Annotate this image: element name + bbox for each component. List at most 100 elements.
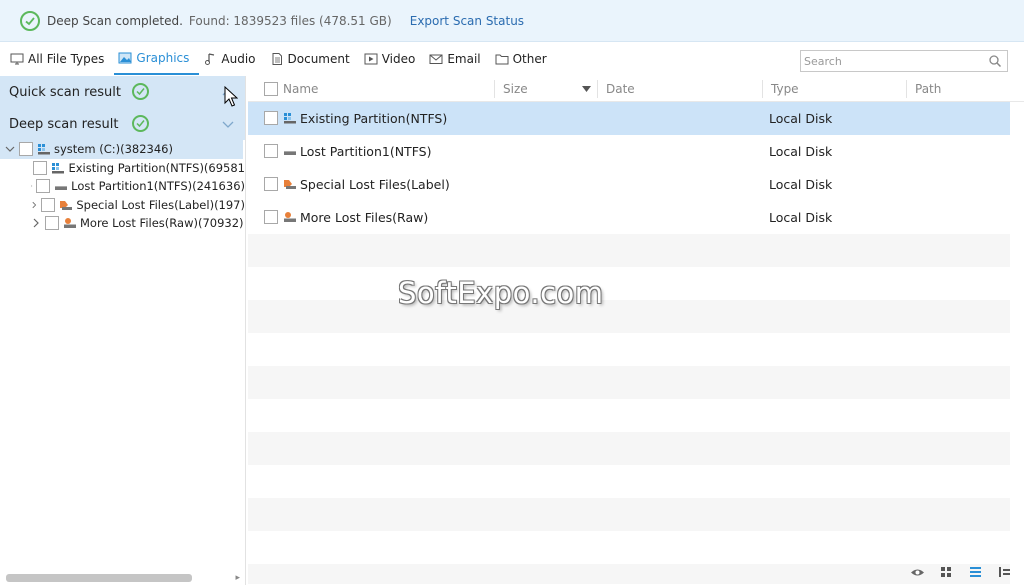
column-header-date[interactable]: Date [606, 82, 635, 96]
tree-node-system[interactable]: system (C:)(382346) [0, 140, 243, 159]
export-scan-status-link[interactable]: Export Scan Status [410, 14, 524, 28]
scan-results-panel: Quick scan result Deep scan result syste… [0, 76, 246, 585]
raw-files-icon [284, 212, 296, 222]
chevron-down-icon[interactable] [220, 116, 236, 132]
column-divider[interactable] [494, 80, 495, 98]
row-checkbox[interactable] [264, 111, 278, 125]
drive-icon [38, 144, 50, 155]
tab-label: Graphics [136, 51, 190, 65]
sort-descending-icon[interactable] [582, 86, 591, 92]
tree-checkbox[interactable] [19, 142, 33, 157]
row-checkbox[interactable] [264, 144, 278, 158]
scan-found-count: Found: 1839523 files (478.51 GB) [188, 13, 392, 28]
search-input[interactable] [801, 51, 987, 71]
search-icon[interactable] [987, 53, 1003, 69]
chevron-right-icon[interactable] [30, 217, 42, 229]
tree-node-label: Lost Partition1(NTFS)(241636) [71, 179, 245, 194]
row-checkbox[interactable] [264, 177, 278, 191]
tab-other[interactable]: Other [491, 43, 557, 75]
empty-row [248, 531, 1010, 564]
table-row[interactable]: More Lost Files(Raw) Local Disk [248, 201, 1010, 234]
empty-row [248, 564, 1010, 584]
tree-node-label: Special Lost Files(Label)(197) [76, 197, 245, 212]
row-type: Local Disk [769, 177, 833, 192]
tree-node-lost-partition[interactable]: Lost Partition1(NTFS)(241636) [0, 177, 245, 196]
row-type: Local Disk [769, 210, 833, 225]
detail-view-icon[interactable] [997, 566, 1012, 579]
eye-preview-icon[interactable] [910, 566, 925, 579]
mouse-cursor-icon [224, 86, 238, 107]
hard-disk-icon [284, 151, 296, 155]
quick-scan-label: Quick scan result [9, 84, 121, 100]
chevron-down-icon[interactable] [4, 143, 16, 155]
scan-status-bar: Deep Scan completed. Found: 1839523 file… [0, 0, 1024, 42]
tree-node-label: More Lost Files(Raw)(70932) [80, 216, 244, 231]
check-circle-icon [132, 83, 149, 100]
label-files-icon [60, 200, 73, 210]
tab-all-file-types[interactable]: All File Types [6, 43, 114, 75]
document-icon [272, 53, 282, 65]
column-header-path[interactable]: Path [915, 82, 941, 96]
tree-node-label: system (C:)(382346) [54, 142, 173, 157]
empty-row [248, 399, 1010, 432]
list-view-icon[interactable] [968, 566, 983, 579]
check-circle-icon [132, 115, 149, 132]
row-type: Local Disk [769, 111, 833, 126]
select-all-checkbox[interactable] [264, 82, 278, 96]
column-header-name[interactable]: Name [283, 82, 318, 96]
file-list-panel: Name Size Date Type Path Existing Partit… [248, 76, 1024, 585]
monitor-icon [10, 53, 24, 65]
horizontal-scrollbar[interactable]: ▸ [6, 573, 240, 583]
tree-node-more-lost-files[interactable]: More Lost Files(Raw)(70932) [0, 214, 245, 233]
tree-checkbox[interactable] [41, 197, 56, 212]
raw-files-icon [64, 218, 76, 229]
label-files-icon [284, 180, 296, 189]
row-name: Special Lost Files(Label) [300, 177, 450, 192]
tab-label: All File Types [28, 52, 105, 66]
row-checkbox[interactable] [264, 210, 278, 224]
row-name: Lost Partition1(NTFS) [300, 144, 432, 159]
empty-row [248, 465, 1010, 498]
table-row[interactable]: Lost Partition1(NTFS) Local Disk [248, 135, 1010, 168]
deep-scan-result-header[interactable]: Deep scan result [0, 108, 245, 140]
column-divider[interactable] [906, 80, 907, 98]
view-toolbar [910, 566, 1012, 579]
image-icon [118, 52, 132, 64]
tab-label: Email [447, 52, 481, 66]
search-box [800, 50, 1008, 72]
column-divider[interactable] [597, 80, 598, 98]
tree-node-existing-partition[interactable]: Existing Partition(NTFS)(69581 [0, 159, 245, 178]
partition-icon [284, 113, 296, 124]
music-note-icon [205, 53, 215, 65]
column-divider[interactable] [762, 80, 763, 98]
tree-checkbox[interactable] [45, 216, 59, 231]
tab-label: Video [381, 52, 416, 66]
row-type: Local Disk [769, 144, 833, 159]
tab-label: Audio [221, 52, 256, 66]
folder-icon [495, 54, 509, 65]
column-header-size[interactable]: Size [503, 82, 528, 96]
tab-label: Other [512, 52, 547, 66]
scan-tree: system (C:)(382346) Existing Partition(N… [0, 140, 245, 233]
tab-email[interactable]: Email [425, 43, 490, 75]
table-row[interactable]: Existing Partition(NTFS) Local Disk [248, 102, 1010, 135]
scroll-right-arrow-icon[interactable]: ▸ [235, 573, 240, 583]
hard-disk-icon [55, 186, 68, 191]
chevron-right-icon[interactable] [30, 199, 38, 211]
row-name: More Lost Files(Raw) [300, 210, 429, 225]
empty-row [248, 333, 1010, 366]
grid-view-icon[interactable] [939, 566, 954, 579]
tree-checkbox[interactable] [36, 179, 51, 194]
tab-document[interactable]: Document [266, 43, 360, 75]
file-list-header: Name Size Date Type Path [248, 76, 1024, 102]
tab-video[interactable]: Video [360, 43, 426, 75]
table-row[interactable]: Special Lost Files(Label) Local Disk [248, 168, 1010, 201]
scrollbar-thumb[interactable] [6, 574, 192, 582]
quick-scan-result-header[interactable]: Quick scan result [0, 76, 245, 108]
tab-graphics[interactable]: Graphics [114, 43, 200, 75]
tree-node-special-lost-files[interactable]: Special Lost Files(Label)(197) [0, 196, 245, 215]
tab-audio[interactable]: Audio [199, 43, 265, 75]
column-header-type[interactable]: Type [771, 82, 799, 96]
tree-checkbox[interactable] [33, 160, 48, 175]
chevron-right-icon[interactable] [30, 180, 33, 192]
